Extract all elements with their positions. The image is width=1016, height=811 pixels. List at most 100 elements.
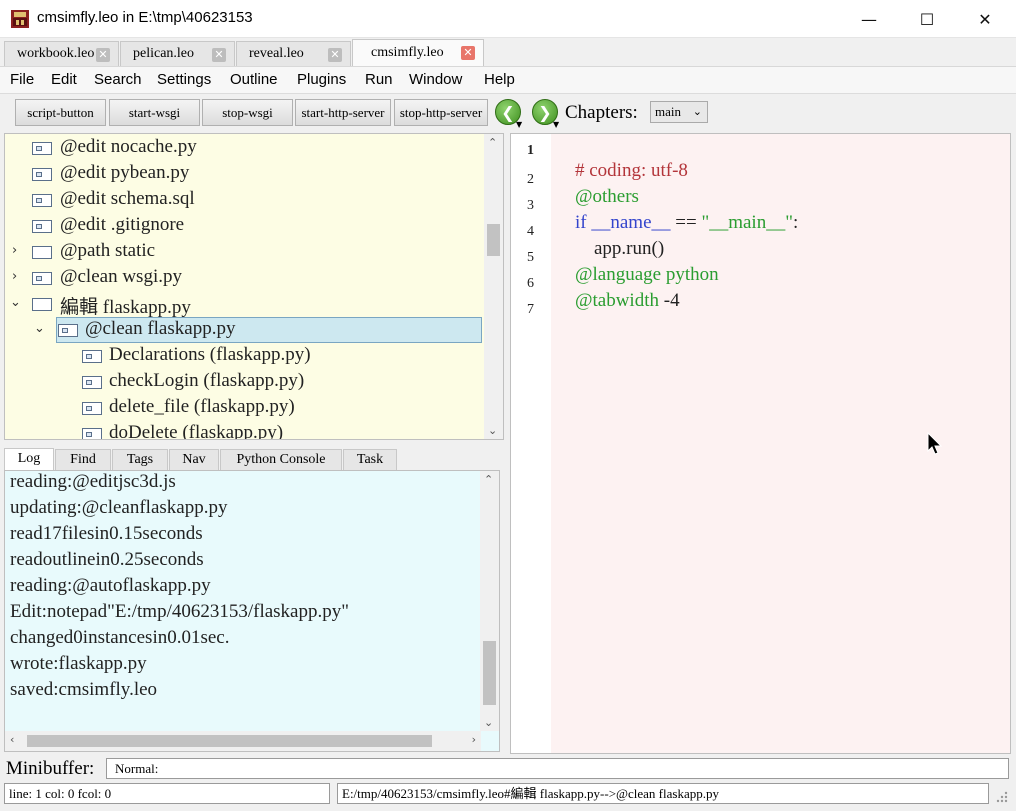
outline-scrollbar[interactable]: ⌃ ⌄ [484,134,503,439]
tab-python-console[interactable]: Python Console [220,449,342,470]
menu-settings[interactable]: Settings [157,71,211,88]
outline-node[interactable]: @edit nocache.py [5,135,483,161]
scroll-thumb[interactable] [483,641,496,705]
outline-node[interactable]: › @path static [5,239,483,265]
outline-pane[interactable]: @edit nocache.py @edit pybean.py @edit s… [4,133,504,440]
scroll-down-icon[interactable]: ⌄ [488,424,497,437]
log-line: saved:cmsimfly.leo [10,679,158,700]
line-number: 5 [527,250,534,265]
chapters-select[interactable]: main ⌄ [650,101,708,123]
resize-grip-icon[interactable] [995,790,1009,804]
file-tabs: workbook.leo ✕ pelican.leo ✕ reveal.leo … [0,38,1016,66]
minibuffer-input[interactable]: Normal: [106,758,1009,779]
outline-node[interactable]: doDelete (flaskapp.py) [5,421,483,439]
node-label: @clean wsgi.py [60,266,182,287]
scroll-down-icon[interactable]: ⌄ [484,716,493,729]
scroll-up-icon[interactable]: ⌃ [488,136,497,149]
scroll-right-icon[interactable]: › [472,733,476,746]
node-label: @edit .gitignore [60,214,185,235]
node-icon [32,246,52,259]
tab-reveal[interactable]: reveal.leo ✕ [236,41,351,66]
file-node-icon [32,220,52,233]
tab-cmsimfly[interactable]: cmsimfly.leo ✕ [352,39,484,66]
tab-tags[interactable]: Tags [112,449,168,470]
scroll-thumb[interactable] [27,735,432,747]
code-token: == [670,212,702,233]
log-hscrollbar[interactable]: ‹ › [5,731,481,751]
tab-find[interactable]: Find [55,449,111,470]
menu-window[interactable]: Window [409,71,462,88]
scroll-up-icon[interactable]: ⌃ [484,473,493,486]
tab-close-icon[interactable]: ✕ [96,48,110,62]
menu-search[interactable]: Search [94,71,142,88]
menu-run[interactable]: Run [365,71,393,88]
code-token: : [792,212,799,233]
menu-edit[interactable]: Edit [51,71,77,88]
tab-log[interactable]: Log [4,448,54,470]
log-line: reading:@autoflaskapp.py [10,575,211,596]
chevron-down-icon[interactable]: ⌄ [34,321,45,336]
tab-close-icon[interactable]: ✕ [461,46,475,60]
tab-pelican[interactable]: pelican.leo ✕ [120,41,235,66]
forward-dropdown-caret-icon[interactable]: ▼ [553,120,559,129]
menu-outline[interactable]: Outline [230,71,278,88]
menu-bar: File Edit Search Settings Outline Plugin… [0,66,1016,93]
mouse-pointer-icon [927,432,943,455]
chevron-right-icon[interactable]: › [12,243,17,258]
node-label: Declarations (flaskapp.py) [109,344,311,365]
outline-node[interactable]: @edit pybean.py [5,161,483,187]
menu-plugins[interactable]: Plugins [297,71,346,88]
line-number: 3 [527,198,534,213]
log-scrollbar[interactable]: ⌃ ⌄ [480,471,499,731]
close-window-button[interactable]: ✕ [956,0,1014,38]
minibuffer-label: Minibuffer: [6,758,95,779]
code-token: -4 [659,290,680,311]
node-label: @edit nocache.py [60,136,197,157]
tab-task[interactable]: Task [343,449,397,470]
script-button[interactable]: script-button [15,99,106,126]
back-dropdown-caret-icon[interactable]: ▼ [516,120,522,129]
scroll-thumb[interactable] [487,224,500,256]
minimize-button[interactable]: — [840,0,898,38]
tab-workbook[interactable]: workbook.leo ✕ [4,41,119,66]
tab-close-icon[interactable]: ✕ [212,48,226,62]
node-label: 編輯 flaskapp.py [60,297,191,318]
log-line: reading:@editjsc3d.js [10,471,176,492]
outline-node[interactable]: ⌄ 編輯 flaskapp.py [5,291,483,318]
log-line: Edit:notepad"E:/tmp/40623153/flaskapp.py… [10,601,349,622]
outline-node[interactable]: @edit .gitignore [5,213,483,239]
tab-close-icon[interactable]: ✕ [328,48,342,62]
line-number: 4 [527,224,534,239]
start-http-server-button[interactable]: start-http-server [295,99,391,126]
menu-file[interactable]: File [10,71,34,88]
outline-node[interactable]: checkLogin (flaskapp.py) [5,369,483,395]
outline-node[interactable]: Declarations (flaskapp.py) [5,343,483,369]
node-label: @path static [60,240,156,261]
chevron-down-icon: ⌄ [692,106,702,118]
chevron-right-icon[interactable]: › [12,269,17,284]
start-wsgi-button[interactable]: start-wsgi [109,99,200,126]
node-icon [32,298,52,311]
stop-wsgi-button[interactable]: stop-wsgi [202,99,293,126]
log-line: wrote:flaskapp.py [10,653,147,674]
file-node-icon [32,194,52,207]
file-node-icon [32,272,52,285]
outline-node[interactable]: @edit schema.sql [5,187,483,213]
chevron-down-icon[interactable]: ⌄ [10,295,21,310]
stop-http-server-button[interactable]: stop-http-server [394,99,488,126]
log-tabs: Log Find Tags Nav Python Console Task [4,448,504,470]
outline-node-selected[interactable]: ⌄ @clean flaskapp.py [5,317,483,343]
chapters-selected-value: main [655,104,681,119]
log-line: read17filesin0.15seconds [10,523,203,544]
outline-node[interactable]: › @clean wsgi.py [5,265,483,291]
log-line: changed0instancesin0.01sec. [10,627,230,648]
status-line-col: line: 1 col: 0 fcol: 0 [4,783,330,804]
maximize-button[interactable]: ☐ [898,0,956,38]
tab-label: reveal.leo [249,46,304,61]
menu-help[interactable]: Help [484,71,515,88]
tab-nav[interactable]: Nav [169,449,219,470]
log-pane[interactable]: reading:@editjsc3d.js updating:@cleanfla… [4,470,500,752]
tab-label: pelican.leo [133,46,195,61]
scroll-left-icon[interactable]: ‹ [10,733,14,746]
outline-node[interactable]: delete_file (flaskapp.py) [5,395,483,421]
